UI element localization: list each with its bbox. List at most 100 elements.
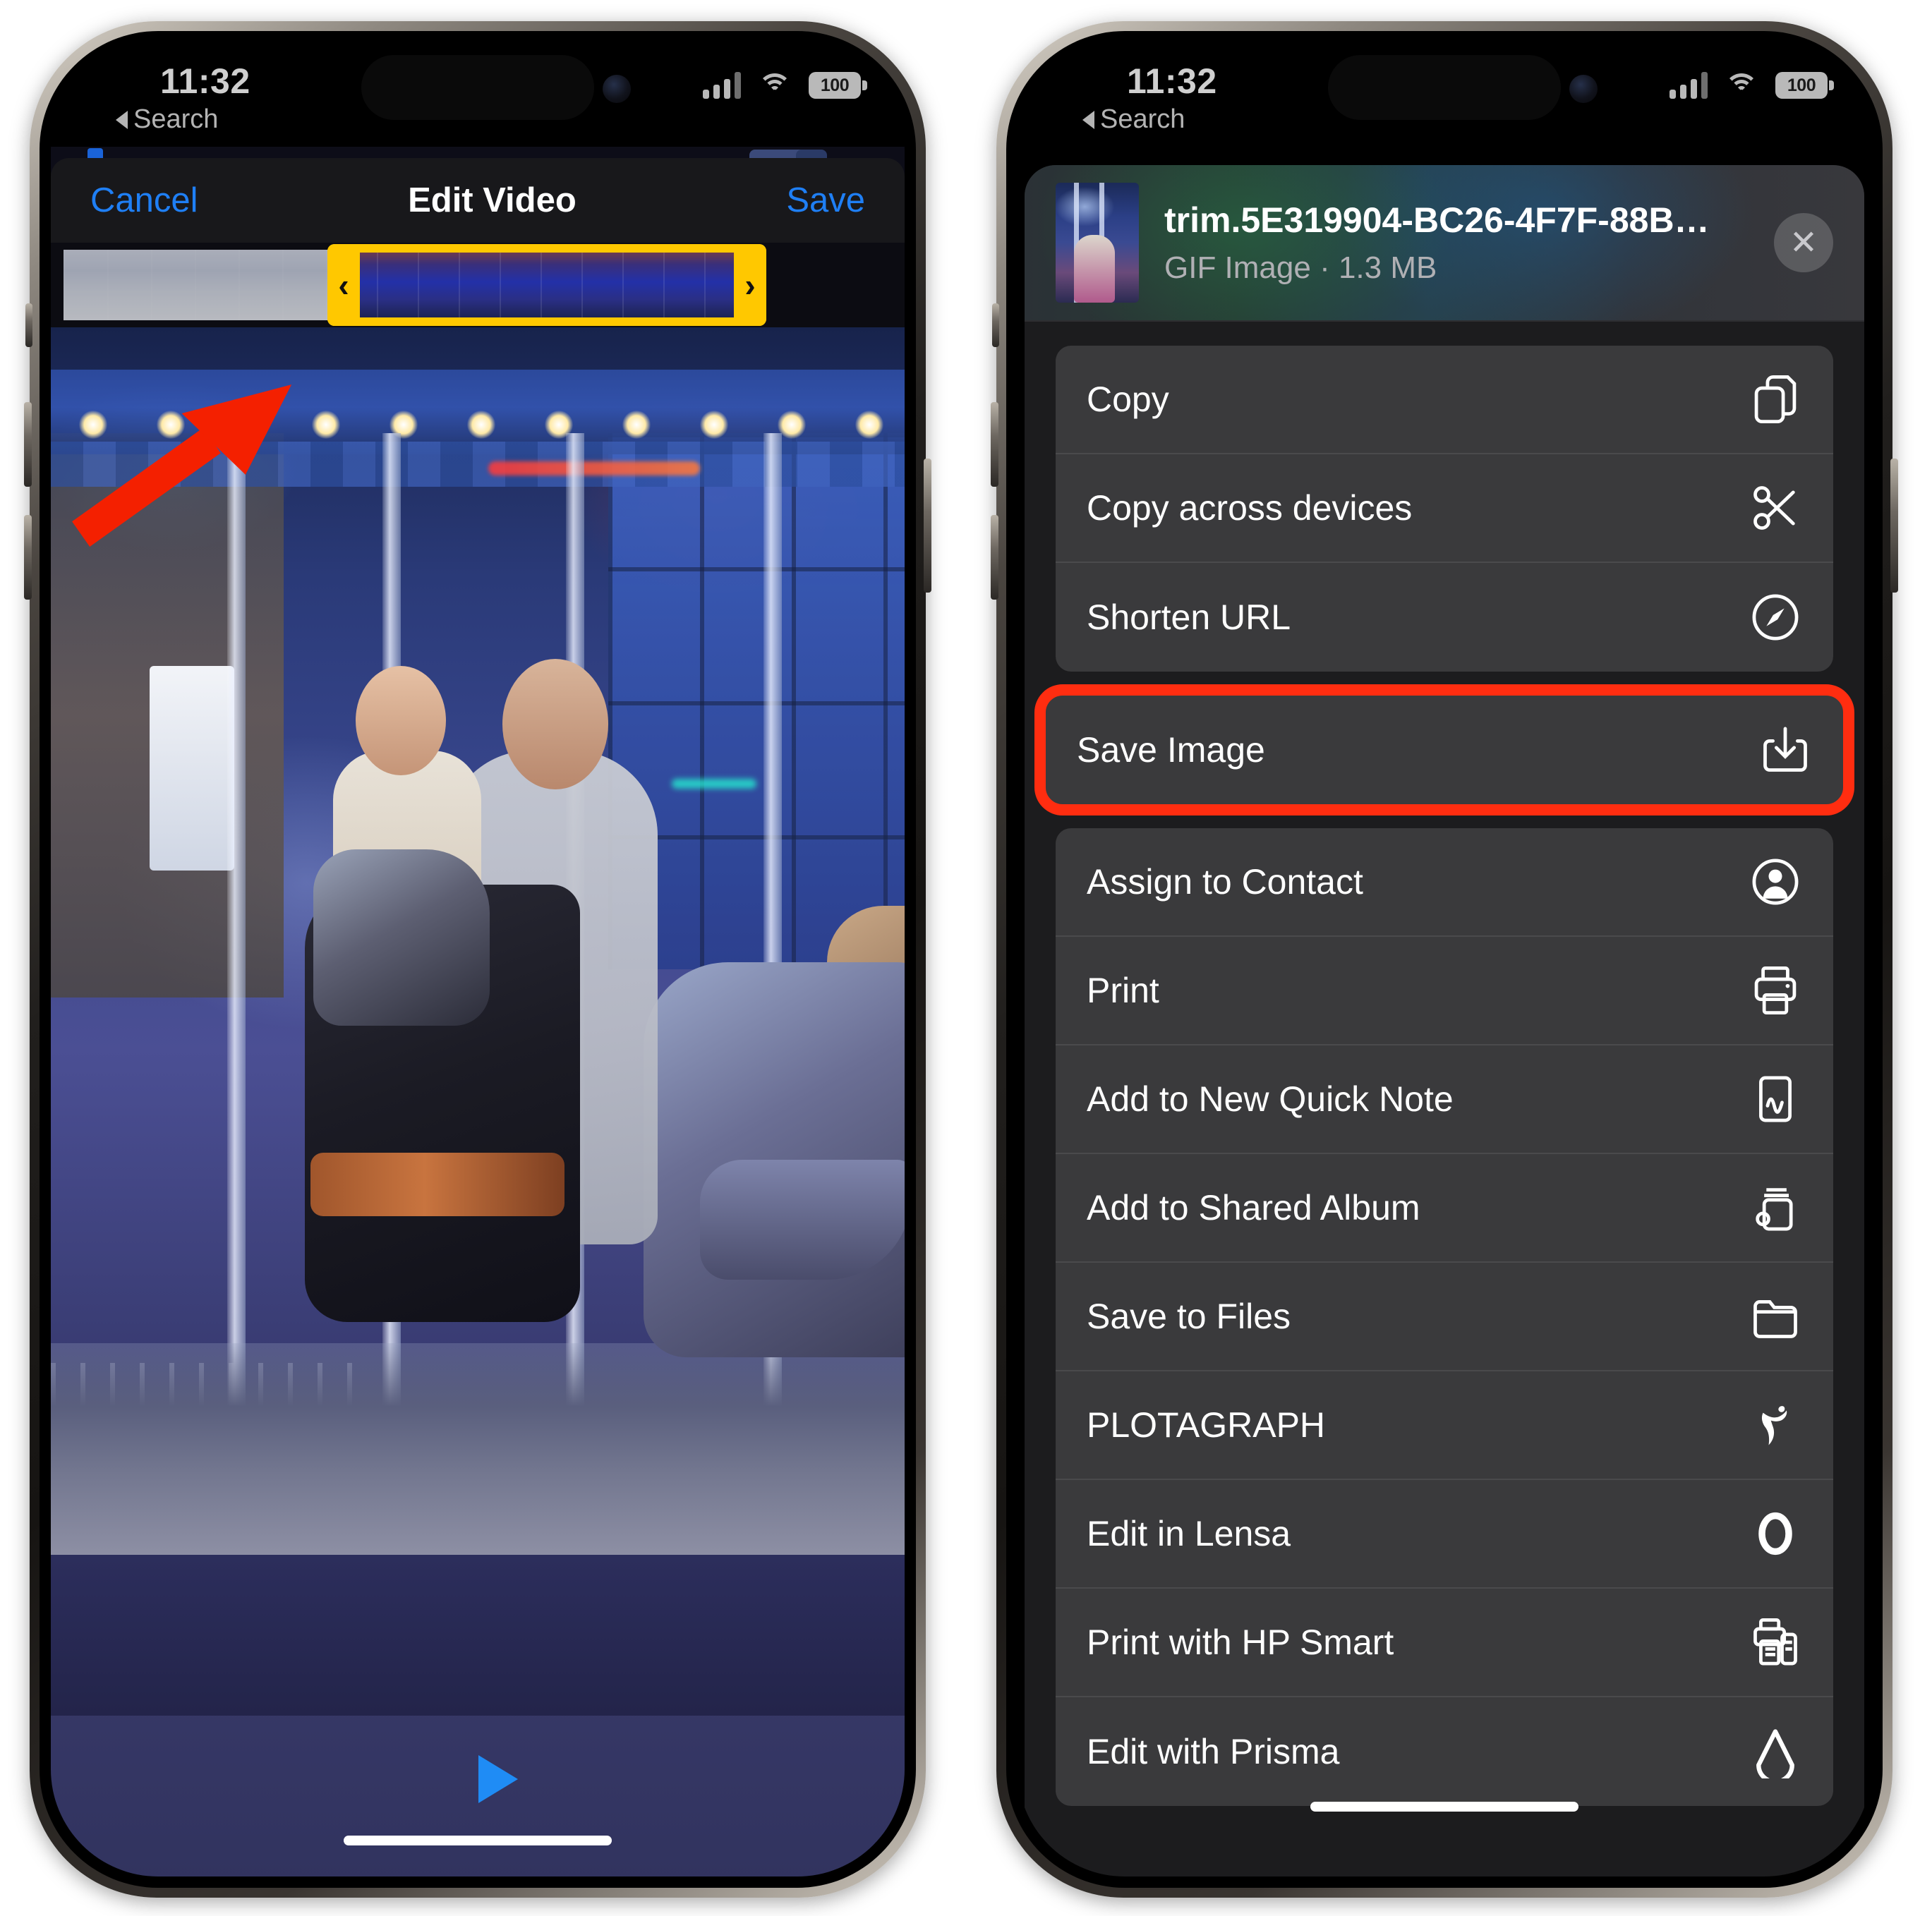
status-indicators: 100: [703, 72, 867, 99]
list-item[interactable]: Save to Files: [1056, 1263, 1833, 1371]
video-trim-scrubber[interactable]: ‹ ›: [51, 243, 905, 327]
save-button[interactable]: Save: [786, 181, 865, 220]
shared-album-icon: [1749, 1181, 1802, 1235]
file-subtitle: GIF Image · 1.3 MB: [1164, 250, 1437, 285]
share-sheet-header: trim.5E319904-BC26-4F7F-88B… GIF Image ·…: [1025, 165, 1864, 322]
status-bar-left: 11:32 Search 100: [51, 42, 905, 147]
volume-up-button[interactable]: [991, 402, 998, 487]
hp-smart-printer-icon: [1749, 1615, 1802, 1669]
list-item[interactable]: Shorten URL: [1056, 563, 1833, 672]
scissors-icon: [1749, 481, 1802, 535]
save-image-button[interactable]: Save Image: [1046, 696, 1843, 804]
power-button[interactable]: [1890, 459, 1898, 593]
volume-down-button[interactable]: [24, 515, 32, 600]
row-label: Add to Shared Album: [1087, 1188, 1420, 1227]
row-label: Assign to Contact: [1087, 862, 1363, 902]
file-meta: trim.5E319904-BC26-4F7F-88B… GIF Image ·…: [1164, 200, 1774, 286]
row-label: Print with HP Smart: [1087, 1623, 1394, 1662]
row-label: Save Image: [1077, 730, 1265, 770]
edit-video-screen: Cancel Edit Video Save ‹ ›: [51, 147, 905, 1876]
front-camera-icon: [603, 75, 631, 103]
dynamic-island: [361, 55, 594, 120]
list-item[interactable]: Add to New Quick Note: [1056, 1045, 1833, 1154]
wifi-icon: [758, 72, 792, 99]
trim-selected-region[interactable]: [327, 244, 766, 326]
phone-left-edit-video: 11:32 Search 100 Cancel Edit Video Save …: [24, 21, 931, 1898]
wifi-icon: [1725, 72, 1758, 99]
play-triangle-icon[interactable]: [478, 1755, 518, 1803]
battery-icon: 100: [1775, 72, 1834, 99]
status-back-label: Search: [133, 104, 219, 134]
back-triangle-icon: [116, 110, 128, 129]
row-label: Edit in Lensa: [1087, 1514, 1291, 1553]
silent-switch[interactable]: [25, 303, 32, 347]
cancel-button[interactable]: Cancel: [90, 181, 198, 220]
video-preview-area[interactable]: [51, 327, 905, 1876]
row-label: Shorten URL: [1087, 598, 1291, 637]
share-sheet: trim.5E319904-BC26-4F7F-88B… GIF Image ·…: [1025, 165, 1864, 1876]
contact-person-icon: [1749, 855, 1802, 909]
screen-right: 11:32 Search 100 trim.5E319904-BC26-4F7F…: [1018, 42, 1871, 1876]
status-back-to-search[interactable]: Search: [116, 104, 218, 135]
volume-down-button[interactable]: [991, 515, 998, 600]
status-time: 11:32: [1127, 61, 1217, 101]
trim-handle-right[interactable]: ›: [734, 244, 766, 326]
back-triangle-icon: [1082, 110, 1094, 129]
list-item[interactable]: Edit with Prisma: [1056, 1697, 1833, 1806]
row-label: Print: [1087, 971, 1159, 1010]
close-x-icon[interactable]: ✕: [1774, 213, 1833, 272]
battery-percent: 100: [1787, 75, 1816, 95]
row-label: Edit with Prisma: [1087, 1732, 1340, 1771]
folder-icon: [1749, 1290, 1802, 1343]
front-camera-icon: [1569, 75, 1598, 103]
safari-compass-icon: [1749, 590, 1802, 644]
row-label: Copy: [1087, 380, 1169, 419]
status-back-label: Search: [1100, 104, 1185, 134]
carousel-photo: [51, 327, 905, 1716]
screenshot-canvas: 11:32 Search 100 Cancel Edit Video Save …: [0, 0, 1932, 1916]
plotagraph-dancer-icon: [1749, 1398, 1802, 1452]
home-indicator: [344, 1836, 612, 1845]
list-item[interactable]: PLOTAGRAPH: [1056, 1371, 1833, 1480]
page-title: Edit Video: [408, 181, 576, 219]
dynamic-island: [1328, 55, 1561, 120]
battery-percent: 100: [820, 75, 850, 95]
list-item[interactable]: Copy: [1056, 346, 1833, 454]
highlighted-action-wrapper: Save Image: [1034, 684, 1854, 815]
playback-toolbar: [51, 1716, 905, 1876]
list-item[interactable]: Print with HP Smart: [1056, 1589, 1833, 1697]
lensa-ring-icon: [1749, 1507, 1802, 1560]
row-label: Save to Files: [1087, 1297, 1291, 1336]
list-item[interactable]: Print: [1056, 937, 1833, 1045]
status-back-to-search[interactable]: Search: [1082, 104, 1185, 135]
list-item[interactable]: Copy across devices: [1056, 454, 1833, 563]
trim-untrimmed-region: [64, 250, 328, 320]
trim-handle-left[interactable]: ‹: [327, 244, 360, 326]
status-indicators: 100: [1670, 72, 1834, 99]
action-group-3: Assign to Contact Print Add to New Quick…: [1056, 828, 1833, 1806]
cellular-bars-icon: [703, 72, 741, 99]
status-bar-right: 11:32 Search 100: [1018, 42, 1871, 147]
screen-left: 11:32 Search 100 Cancel Edit Video Save …: [51, 42, 905, 1876]
file-thumbnail: [1056, 183, 1139, 303]
list-item[interactable]: Assign to Contact: [1056, 828, 1833, 937]
action-group-2: Save Image: [1046, 696, 1843, 804]
battery-icon: 100: [809, 72, 867, 99]
volume-up-button[interactable]: [24, 402, 32, 487]
status-time: 11:32: [160, 61, 250, 101]
power-button[interactable]: [924, 459, 931, 593]
prisma-drop-icon: [1749, 1725, 1802, 1778]
phone-bezel: 11:32 Search 100: [40, 31, 916, 1888]
cellular-bars-icon: [1670, 72, 1708, 99]
copy-documents-icon: [1749, 372, 1802, 426]
printer-icon: [1749, 964, 1802, 1017]
action-group-1: Copy Copy across devices Shorten URL: [1056, 346, 1833, 672]
phone-bezel: 11:32 Search 100: [1006, 31, 1883, 1888]
download-save-icon: [1758, 723, 1812, 777]
list-item[interactable]: Add to Shared Album: [1056, 1154, 1833, 1263]
silent-switch[interactable]: [992, 303, 999, 347]
list-item[interactable]: Edit in Lensa: [1056, 1480, 1833, 1589]
phone-right-share-sheet: 11:32 Search 100 trim.5E319904-BC26-4F7F…: [991, 21, 1898, 1898]
share-action-groups: Copy Copy across devices Shorten URL Sav…: [1025, 322, 1864, 1876]
share-sheet-screen: trim.5E319904-BC26-4F7F-88B… GIF Image ·…: [1018, 147, 1871, 1876]
